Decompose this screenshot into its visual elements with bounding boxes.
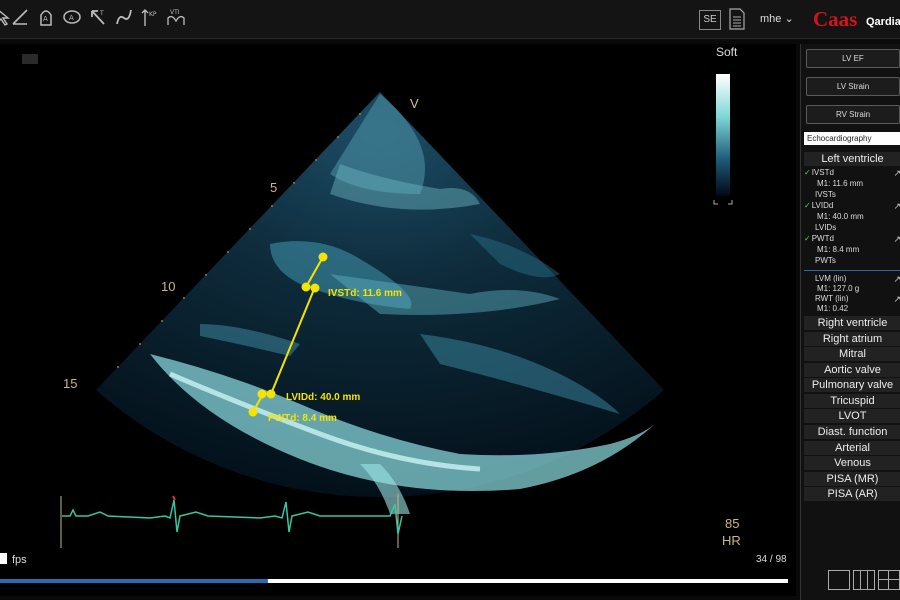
list-item[interactable]: ✓PWTd — [804, 234, 834, 243]
se-button[interactable]: SE — [699, 10, 721, 30]
edit-icon[interactable]: ↗ — [893, 168, 900, 179]
section-pulmonary-valve[interactable]: Pulmonary valve — [804, 378, 900, 392]
velocity-icon[interactable]: KP — [138, 6, 162, 30]
derived-item[interactable]: RWT (lin) — [815, 294, 848, 303]
measurement-label-lvidd[interactable]: LVIDd: 40.0 mm — [286, 392, 360, 403]
gain-label: Soft — [716, 45, 738, 59]
lv-strain-button[interactable]: LV Strain — [806, 77, 900, 96]
depth-tick-15: 15 — [63, 376, 78, 391]
svg-text:A: A — [43, 15, 48, 23]
heart-rate-value: 85 — [725, 516, 740, 531]
heart-rate-unit: HR — [722, 533, 741, 548]
divider — [804, 270, 900, 271]
fps-label: fps — [12, 554, 27, 566]
measurement-label-pwtd[interactable]: PWTd: 8.4 mm — [268, 413, 337, 424]
rv-strain-button[interactable]: RV Strain — [806, 105, 900, 124]
section-arterial[interactable]: Arterial — [804, 441, 900, 455]
section-pisa-ar[interactable]: PISA (AR) — [804, 487, 900, 501]
list-item[interactable]: LVIDs — [815, 223, 836, 232]
layout-single-icon[interactable] — [828, 570, 850, 590]
derived-item[interactable]: LVM (lin) — [815, 274, 846, 283]
svg-text:A: A — [69, 14, 74, 22]
derived-value: M1: 127.0 g — [817, 284, 860, 293]
list-item-value: M1: 40.0 mm — [817, 212, 864, 221]
svg-text:T: T — [99, 10, 104, 17]
section-diastolic-function[interactable]: Diast. function — [804, 425, 900, 439]
layout-grid-icon[interactable] — [878, 570, 900, 590]
analysis-sidebar: LV EF LV Strain RV Strain Echocardiograp… — [800, 44, 900, 600]
vti-icon[interactable]: VTI — [164, 6, 188, 30]
frame-counter: 34 / 98 — [756, 554, 787, 565]
arrow-icon[interactable]: T — [86, 6, 110, 30]
list-item[interactable]: ✓IVSTd — [804, 168, 834, 177]
gain-colorbar — [716, 74, 730, 196]
thumbnail-marker — [22, 54, 38, 64]
toolbar: A A T KP VTI SE mhe ⌄ Caas Qardia — [0, 0, 900, 39]
area-icon[interactable]: A — [34, 6, 58, 30]
list-item-value: M1: 11.6 mm — [817, 179, 864, 188]
depth-tick-10: 10 — [161, 279, 176, 294]
scale-marker: V — [410, 96, 419, 111]
ellipse-icon[interactable]: A — [60, 6, 84, 30]
playback-progress[interactable] — [0, 579, 268, 583]
section-pisa-mr[interactable]: PISA (MR) — [804, 472, 900, 486]
section-left-ventricle[interactable]: Left ventricle — [804, 152, 900, 166]
depth-tick-5: 5 — [270, 180, 278, 195]
section-tricuspid[interactable]: Tricuspid — [804, 394, 900, 408]
edit-icon[interactable]: ↗ — [893, 234, 900, 245]
lv-ef-button[interactable]: LV EF — [806, 49, 900, 68]
measurement-label-ivstd[interactable]: IVSTd: 11.6 mm — [328, 288, 402, 299]
list-item[interactable]: IVSTs — [815, 190, 836, 199]
section-aortic-valve[interactable]: Aortic valve — [804, 363, 900, 377]
edit-icon[interactable]: ↗ — [893, 201, 900, 212]
derived-value: M1: 0.42 — [817, 304, 849, 313]
section-lvot[interactable]: LVOT — [804, 409, 900, 423]
section-right-ventricle[interactable]: Right ventricle — [804, 316, 900, 330]
check-icon: ✓ — [804, 234, 811, 243]
list-item[interactable]: PWTs — [815, 256, 836, 265]
svg-text:VTI: VTI — [170, 9, 180, 16]
logo: Caas — [813, 7, 858, 31]
document-icon[interactable] — [729, 8, 745, 30]
check-icon: ✓ — [804, 201, 811, 210]
curve-icon[interactable] — [112, 6, 136, 30]
section-mitral[interactable]: Mitral — [804, 347, 900, 361]
image-viewer[interactable]: Soft V 5 10 15 IVSTd: 11.6 mm LVIDd: 40.… — [0, 44, 796, 596]
angle-icon[interactable] — [8, 6, 32, 30]
user-menu[interactable]: mhe ⌄ — [760, 12, 794, 25]
section-right-atrium[interactable]: Right atrium — [804, 332, 900, 346]
fps-checkbox[interactable] — [0, 553, 7, 564]
layout-split-icon[interactable] — [853, 570, 875, 590]
logo-subtitle: Qardia — [866, 16, 900, 28]
modality-select[interactable]: Echocardiography — [804, 132, 900, 145]
list-item[interactable]: ✓LVIDd — [804, 201, 833, 210]
edit-icon[interactable]: ↗ — [893, 294, 900, 305]
section-venous[interactable]: Venous — [804, 456, 900, 470]
list-item-value: M1: 8.4 mm — [817, 245, 860, 254]
check-icon: ✓ — [804, 168, 811, 177]
edit-icon[interactable]: ↗ — [893, 274, 900, 285]
echo-image — [0, 54, 788, 583]
ecg-trace — [60, 494, 403, 548]
svg-text:KP: KP — [149, 11, 157, 18]
